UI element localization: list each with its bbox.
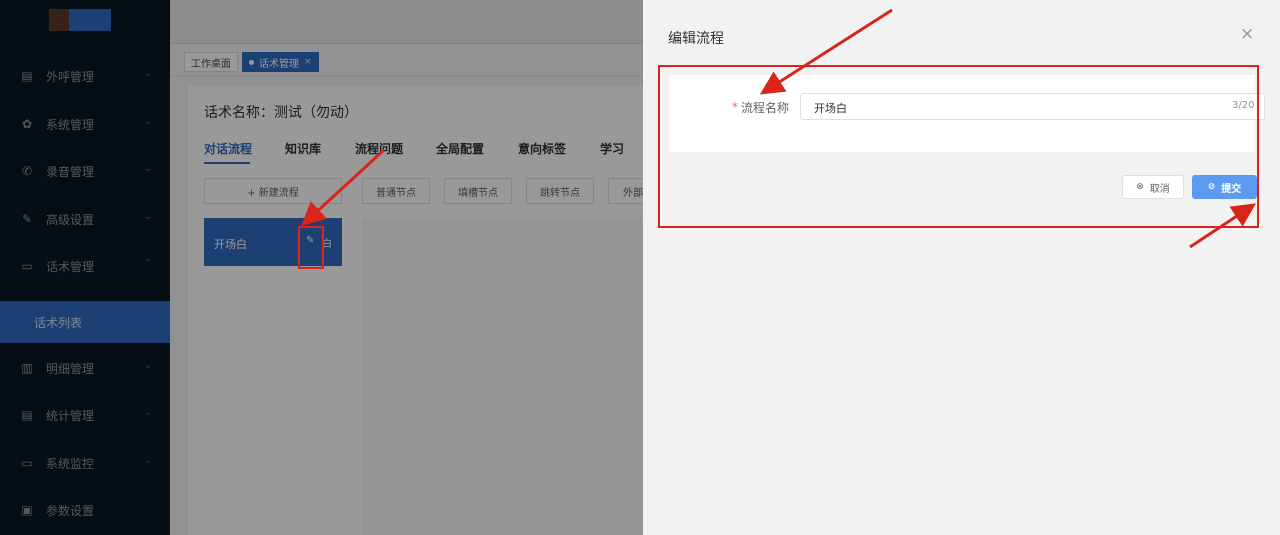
drawer-title: 编辑流程	[668, 31, 724, 47]
annotation-box-edit-icon	[298, 226, 324, 269]
close-icon[interactable]: ×	[1240, 26, 1254, 43]
annotation-box-form	[658, 65, 1259, 228]
